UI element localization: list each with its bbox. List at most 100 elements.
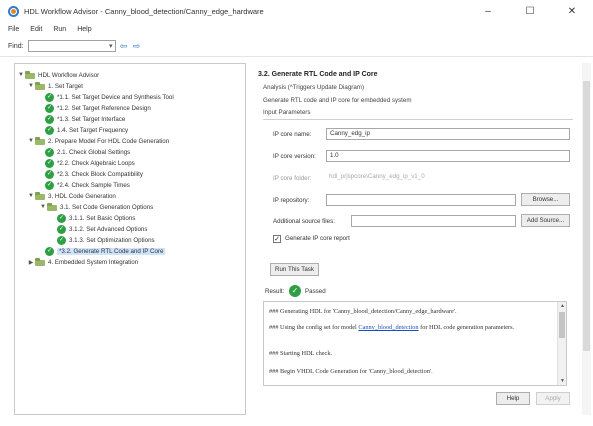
apply-button[interactable]: Apply	[536, 392, 570, 405]
menu-bar: File Edit Run Help	[0, 22, 593, 36]
check-icon: ✓	[45, 246, 54, 256]
scroll-up-icon[interactable]: ▲	[558, 302, 566, 310]
check-icon: ✓	[45, 114, 54, 124]
tree-node-2-3[interactable]: ✓ *2.3. Check Block Compatibility	[45, 169, 143, 179]
ip-core-folder-value: hdl_prj\ipcore\Canny_edg_ip_v1_0	[326, 172, 570, 184]
check-icon: ✓	[57, 224, 66, 234]
ip-repository-input[interactable]	[326, 194, 516, 206]
tree-node-label: 2.1. Check Global Settings	[57, 148, 131, 156]
tree-node-embedded-system-integration[interactable]: ▶ 4. Embedded System Integration	[27, 257, 138, 267]
ip-core-folder-label: IP core folder:	[273, 175, 312, 182]
tree-node-label: 2. Prepare Model For HDL Code Generation	[48, 137, 170, 145]
workflow-tree[interactable]: ▼ HDL Workflow Advisor ▼ 1. Set Target ✓…	[14, 63, 246, 415]
menu-file[interactable]: File	[8, 26, 19, 33]
find-next-icon[interactable]: ⇨	[132, 41, 142, 51]
expand-toggle-icon[interactable]: ▼	[39, 204, 47, 210]
chevron-down-icon[interactable]: ▾	[109, 42, 113, 50]
check-icon: ✓	[57, 213, 66, 223]
tree-node-label: 3.1.3. Set Optimization Options	[69, 236, 155, 244]
check-icon: ✓	[45, 103, 54, 113]
result-log[interactable]: ### Generating HDL for 'Canny_blood_dete…	[263, 301, 567, 386]
folder-icon	[25, 71, 35, 79]
find-previous-icon[interactable]: ⇦	[119, 41, 129, 51]
tree-node-label: 3.1.2. Set Advanced Options	[69, 225, 148, 233]
scrollbar-thumb[interactable]	[583, 81, 590, 351]
expand-toggle-icon[interactable]: ▶	[27, 259, 35, 266]
folder-icon	[35, 192, 45, 200]
tree-node-2-2[interactable]: ✓ *2.2. Check Algebraic Loops	[45, 158, 135, 168]
tree-node-3-2[interactable]: ✓ *3.2. Generate RTL Code and IP Core	[45, 246, 166, 256]
log-line: ### Generating HDL for 'Canny_blood_dete…	[269, 308, 457, 315]
generate-report-label: Generate IP core report	[285, 235, 350, 242]
tree-node-1-3[interactable]: ✓ *1.3. Set Target Interface	[45, 114, 125, 124]
tree-node-label: 1. Set Target	[48, 82, 83, 90]
tree-node-label: *1.1. Set Target Device and Synthesis To…	[57, 93, 174, 101]
ip-core-name-input[interactable]: Canny_edg_ip	[326, 128, 570, 140]
result-status: Passed	[305, 288, 326, 295]
generate-report-checkbox[interactable]: ✓	[273, 235, 281, 243]
folder-icon	[35, 258, 45, 266]
tree-node-label: *1.2. Set Target Reference Design	[57, 104, 151, 112]
tree-node-prepare-model[interactable]: ▼ 2. Prepare Model For HDL Code Generati…	[27, 136, 169, 146]
menu-help[interactable]: Help	[77, 26, 91, 33]
check-icon: ✓	[45, 92, 54, 102]
find-bar: Find: ▾ ⇦ ⇨	[0, 36, 593, 57]
ip-core-version-input[interactable]: 1.0	[326, 150, 570, 162]
tree-node-3-1-1[interactable]: ✓ 3.1.1. Set Basic Options	[57, 213, 135, 223]
expand-toggle-icon[interactable]: ▼	[27, 83, 35, 89]
log-scrollbar[interactable]: ▲ ▼	[557, 302, 566, 385]
simulink-app-icon	[8, 5, 19, 17]
check-icon: ✓	[45, 125, 54, 135]
close-button[interactable]: ✕	[551, 0, 593, 22]
tree-node-3-1-2[interactable]: ✓ 3.1.2. Set Advanced Options	[57, 224, 147, 234]
model-link[interactable]: Canny_blood_detection	[358, 324, 418, 331]
menu-run[interactable]: Run	[53, 26, 66, 33]
tree-node-label: 1.4. Set Target Frequency	[57, 126, 129, 134]
tree-node-1-1[interactable]: ✓ *1.1. Set Target Device and Synthesis …	[45, 92, 174, 102]
input-parameters-header: Input Parameters	[263, 109, 311, 116]
tree-node-set-target[interactable]: ▼ 1. Set Target	[27, 81, 83, 91]
scrollbar-thumb[interactable]	[559, 312, 565, 338]
tree-node-label: *2.2. Check Algebraic Loops	[57, 159, 135, 167]
tree-node-label: HDL Workflow Advisor	[38, 71, 100, 79]
result-label: Result:	[265, 288, 285, 295]
expand-toggle-icon[interactable]: ▼	[27, 138, 35, 144]
folder-icon	[47, 203, 57, 211]
minimize-button[interactable]: –	[467, 0, 509, 22]
tree-node-2-1[interactable]: ✓ 2.1. Check Global Settings	[45, 147, 130, 157]
tree-node-hdl-code-generation[interactable]: ▼ 3. HDL Code Generation	[27, 191, 116, 201]
tree-node-label: 3.1. Set Code Generation Options	[60, 203, 154, 211]
find-label: Find:	[8, 42, 24, 50]
find-input[interactable]: ▾	[27, 40, 116, 52]
passed-check-icon: ✓	[289, 285, 301, 297]
additional-source-files-input[interactable]	[351, 215, 516, 227]
browse-button[interactable]: Browse...	[521, 193, 570, 206]
additional-source-files-label: Additional source files:	[273, 218, 335, 225]
expand-toggle-icon[interactable]: ▼	[27, 193, 35, 199]
menu-edit[interactable]: Edit	[30, 26, 42, 33]
tree-node-label: 3. HDL Code Generation	[48, 192, 116, 200]
task-title: 3.2. Generate RTL Code and IP Core	[258, 71, 378, 78]
task-panel: 3.2. Generate RTL Code and IP Core Analy…	[253, 63, 580, 415]
add-source-button[interactable]: Add Source...	[521, 214, 570, 227]
maximize-button[interactable]: ☐	[509, 0, 551, 22]
expand-toggle-icon[interactable]: ▼	[17, 72, 25, 78]
tree-node-1-4[interactable]: ✓ 1.4. Set Target Frequency	[45, 125, 128, 135]
folder-icon	[35, 82, 45, 90]
scroll-down-icon[interactable]: ▼	[558, 377, 566, 385]
help-button[interactable]: Help	[496, 392, 530, 405]
tree-node-2-4[interactable]: ✓ *2.4. Check Sample Times	[45, 180, 130, 190]
check-icon: ✓	[57, 235, 66, 245]
pane-splitter[interactable]	[248, 63, 252, 415]
tree-node-3-1[interactable]: ▼ 3.1. Set Code Generation Options	[39, 202, 153, 212]
tree-node-3-1-3[interactable]: ✓ 3.1.3. Set Optimization Options	[57, 235, 155, 245]
tree-node-label: 3.1.1. Set Basic Options	[69, 214, 136, 222]
check-icon: ✓	[45, 147, 54, 157]
check-icon: ✓	[45, 180, 54, 190]
log-text: for HDL code generation parameters.	[418, 324, 515, 331]
run-this-task-button[interactable]: Run This Task	[270, 263, 319, 276]
tree-node-1-2[interactable]: ✓ *1.2. Set Target Reference Design	[45, 103, 151, 113]
ip-core-name-label: IP core name:	[273, 131, 312, 138]
tree-node-hdl-workflow-advisor[interactable]: ▼ HDL Workflow Advisor	[17, 70, 99, 80]
panel-scrollbar[interactable]	[582, 63, 591, 415]
